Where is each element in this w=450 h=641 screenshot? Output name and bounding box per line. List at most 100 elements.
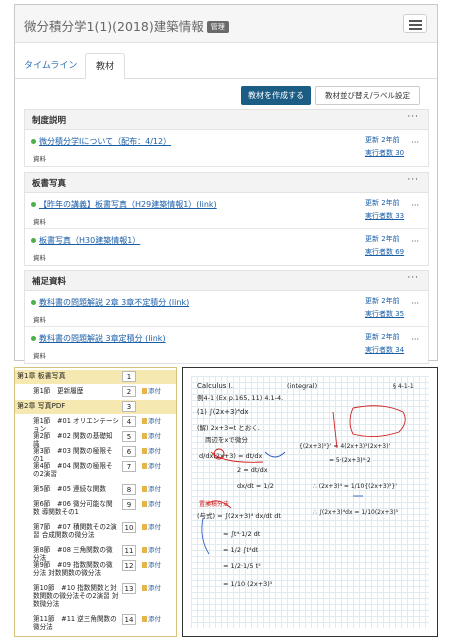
section-header: 板書写真 ··· (25, 173, 428, 193)
material-menu-icon[interactable]: ··· (411, 201, 419, 210)
notes-svg: Calculus I. (integral) § 4-1-1 例4-1 (Ex … (197, 382, 414, 588)
material-menu-icon[interactable]: ··· (411, 138, 419, 147)
toc-section-row[interactable]: 第2節 #02 関数の基礎知識 5 添付 (15, 430, 176, 448)
material-updated: 更新 2年前 (365, 199, 400, 207)
toc-order-field[interactable]: 4 (122, 416, 136, 427)
toc-order-field[interactable]: 1 (122, 371, 136, 382)
tab-materials[interactable]: 教材 (85, 53, 125, 79)
attachment-link[interactable]: 添付 (142, 462, 161, 470)
note-line: = 1/10 (2x+3)⁵ (223, 580, 273, 588)
note-subtitle: (integral) (287, 382, 317, 390)
toc-chapter-row[interactable]: 第1章 板書写真 1 (15, 370, 176, 384)
lock-icon (142, 433, 147, 439)
toc-row-label: 第7節 #07 積関数その2演習 合成関数の微分法 (33, 523, 117, 539)
material-link[interactable]: 教科書の問題解説 2章 3章不定積分 (link) (39, 297, 189, 308)
section-title: 板書写真 (32, 179, 67, 189)
attachment-link[interactable]: 添付 (142, 485, 161, 493)
toc-section-row[interactable]: 第6節 #06 微分可能な関数 導関数その1 9 添付 (15, 498, 176, 520)
toc-order-field[interactable]: 9 (122, 499, 136, 510)
toc-section-row[interactable]: 第10節 #10 指数関数と対数関数の微分法その2演習 対数微分法 13 添付 (15, 582, 176, 612)
toc-order-field[interactable]: 10 (122, 522, 136, 533)
material-count-link[interactable]: 実行者数 69 (365, 247, 404, 257)
note-line: 両辺をxで微分 (205, 435, 248, 444)
toc-list: 第1章 板書写真 1 第1節 更新履歴 2 添付 第2章 写真PDF 3 第1節 #01 オリ… (14, 367, 177, 637)
note-title: Calculus I. (197, 382, 233, 390)
toc-section-row[interactable]: 第3節 #03 関数の極限その1 6 添付 (15, 445, 176, 463)
status-dot-icon (31, 238, 36, 243)
material-count-link[interactable]: 実行者数 33 (365, 211, 404, 221)
toc-section-row[interactable]: 第11節 #11 逆三角関数の微分法 14 添付 (15, 613, 176, 635)
toc-order-field[interactable]: 7 (122, 461, 136, 472)
lock-icon (142, 585, 147, 591)
toc-order-field[interactable]: 8 (122, 484, 136, 495)
toc-order-field[interactable]: 11 (122, 545, 136, 556)
material-type: 資料 (33, 155, 46, 163)
toc-section-row[interactable]: 第12節 #12 陰に定数表示された関数の微分法15添付 (15, 636, 176, 637)
status-dot-icon (31, 336, 36, 341)
attachment-label: 添付 (148, 523, 161, 531)
toc-order-field[interactable]: 2 (122, 386, 136, 397)
material-updated: 更新 2年前 (365, 297, 400, 305)
attachment-link[interactable]: 添付 (142, 523, 161, 531)
lock-icon (142, 547, 147, 553)
attachment-link[interactable]: 添付 (142, 432, 161, 440)
lock-icon (142, 418, 147, 424)
hamburger-menu-icon[interactable] (403, 14, 427, 33)
section-menu-icon[interactable]: ··· (407, 112, 419, 122)
material-menu-icon[interactable]: ··· (411, 299, 419, 308)
attachment-link[interactable]: 添付 (142, 387, 161, 395)
toc-order-field[interactable]: 13 (122, 583, 136, 594)
tab-bar: タイムライン 教材 (15, 53, 437, 79)
note-line: d/dx(2x+3) = dt/dx (199, 452, 262, 460)
material-link[interactable]: 板書写真（H30建築情報1） (39, 235, 140, 246)
sort-materials-button[interactable]: 教材並び替え/ラベル設定 (315, 86, 420, 105)
toc-order-field[interactable]: 3 (122, 401, 136, 412)
toc-section-row[interactable]: 第8節 #08 三角関数の微分法 11 添付 (15, 544, 176, 562)
material-link[interactable]: 微分積分学Iについて（配布：4/12） (39, 136, 171, 147)
toc-order-field[interactable]: 12 (122, 560, 136, 571)
material-updated: 更新 2年前 (365, 136, 400, 144)
material-count-link[interactable]: 実行者数 35 (365, 309, 404, 319)
section-board-photos: 板書写真 ··· 【昨年の講義】板書写真（H29建築情報1）(link) 資料 … (24, 172, 429, 266)
attachment-link[interactable]: 添付 (142, 615, 161, 623)
note-line: 2 = dt/dx (237, 466, 268, 474)
toc-section-row[interactable]: 第5節 #05 連続な関数 8 添付 (15, 483, 176, 497)
attachment-link[interactable]: 添付 (142, 447, 161, 455)
section-policy: 制度説明 ··· 微分積分学Iについて（配布：4/12） 資料 更新 2年前 実… (24, 109, 429, 167)
attachment-link[interactable]: 添付 (142, 417, 161, 425)
material-count-link[interactable]: 実行者数 34 (365, 345, 404, 355)
attachment-label: 添付 (148, 462, 161, 470)
lock-icon (142, 388, 147, 394)
attachment-link[interactable]: 添付 (142, 561, 161, 569)
material-link[interactable]: 【昨年の講義】板書写真（H29建築情報1）(link) (39, 199, 217, 210)
toc-section-row[interactable]: 第1節 更新履歴 2 添付 (15, 385, 176, 399)
toc-section-row[interactable]: 第4節 #04 関数の極限その2演習 7 添付 (15, 460, 176, 482)
attachment-link[interactable]: 添付 (142, 546, 161, 554)
toc-order-field[interactable]: 6 (122, 446, 136, 457)
toc-section-row[interactable]: 第7節 #07 積関数その2演習 合成関数の微分法 10 添付 (15, 521, 176, 543)
section-menu-icon[interactable]: ··· (407, 175, 419, 185)
material-updated: 更新 2年前 (365, 333, 400, 341)
attachment-label: 添付 (148, 546, 161, 554)
material-menu-icon[interactable]: ··· (411, 335, 419, 344)
material-link[interactable]: 教科書の問題解説 3章定積分 (link) (39, 333, 166, 344)
toc-section-row[interactable]: 第9節 #09 指数関数の微分法 対数関数の微分法 12 添付 (15, 559, 176, 581)
toc-row-label: 第10節 #10 指数関数と対数関数の微分法その2演習 対数微分法 (33, 584, 119, 608)
attachment-link[interactable]: 添付 (142, 584, 161, 592)
toc-order-field[interactable]: 14 (122, 614, 136, 625)
tab-timeline[interactable]: タイムライン (24, 53, 77, 79)
toc-row-label: 第1章 板書写真 (17, 372, 66, 380)
attachment-label: 添付 (148, 432, 161, 440)
section-supplementary: 補足資料 ··· 教科書の問題解説 2章 3章不定積分 (link) 資料 更新… (24, 270, 429, 364)
toc-section-row[interactable]: 第1節 #01 オリエンテーション 4 添付 (15, 415, 176, 433)
attachment-link[interactable]: 添付 (142, 500, 161, 508)
toc-order-field[interactable]: 5 (122, 431, 136, 442)
material-count-link[interactable]: 実行者数 30 (365, 148, 404, 158)
material-item: 教科書の問題解説 2章 3章不定積分 (link) 資料 更新 2年前 実行者数… (25, 291, 428, 327)
create-material-button[interactable]: 教材を作成する (241, 86, 311, 105)
toc-chapter-row[interactable]: 第2章 写真PDF 3 (15, 400, 176, 414)
course-header: 微分積分学1(1)(2018)建築情報 管理 (15, 5, 437, 43)
note-line: dx/dt = 1/2 (237, 482, 274, 490)
material-menu-icon[interactable]: ··· (411, 237, 419, 246)
section-menu-icon[interactable]: ··· (407, 273, 419, 283)
